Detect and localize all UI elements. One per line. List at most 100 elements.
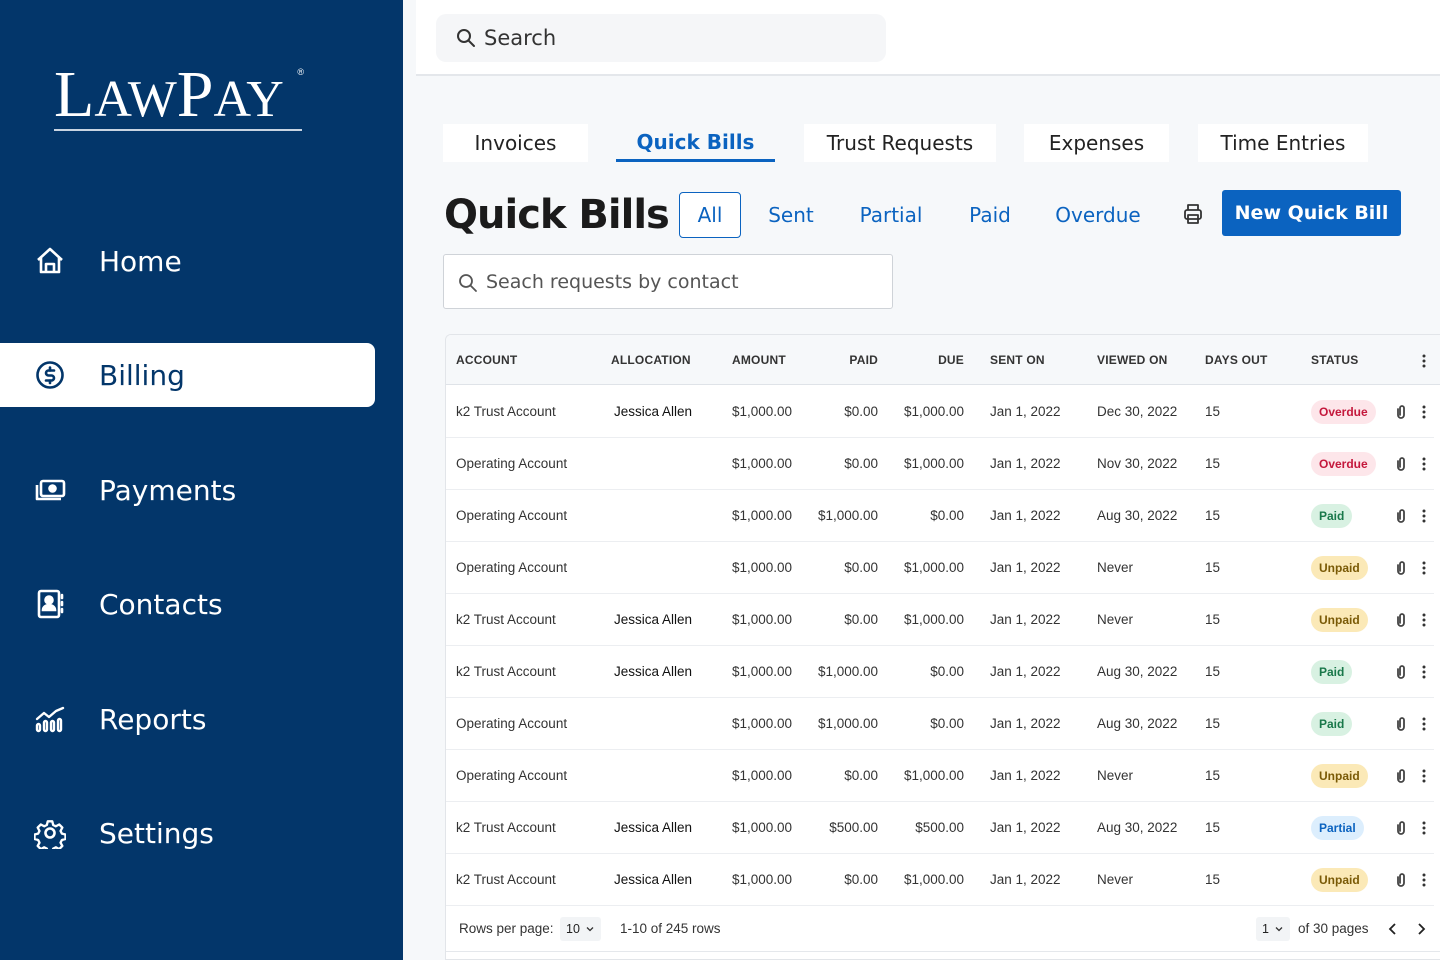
cell-sent-on: Jan 1, 2022	[990, 508, 1061, 523]
search-input[interactable]	[484, 14, 864, 62]
column-header-due[interactable]: DUE	[914, 353, 964, 367]
column-header-paid[interactable]: PAID	[828, 353, 878, 367]
filter-sent[interactable]: Sent	[758, 192, 824, 238]
attachment-icon[interactable]	[1394, 611, 1408, 629]
table-row[interactable]: Operating Account $1,000.00 $1,000.00 $0.00…	[446, 698, 1434, 750]
cell-days-out: 15	[1205, 768, 1221, 783]
filter-all[interactable]: All	[679, 192, 741, 238]
previous-page-button[interactable]	[1384, 918, 1402, 940]
filter-partial[interactable]: Partial	[848, 192, 934, 238]
cell-account: Operating Account	[456, 560, 568, 575]
quick-bills-table: ACCOUNT ALLOCATION AMOUNT PAID DUE SENT …	[445, 334, 1440, 960]
sidebar-item-billing[interactable]: Billing	[0, 343, 375, 407]
filter-paid[interactable]: Paid	[958, 192, 1022, 238]
column-header-amount[interactable]: AMOUNT	[732, 353, 786, 367]
filter-overdue[interactable]: Overdue	[1046, 192, 1150, 238]
sidebar-item-label: Reports	[99, 702, 207, 736]
attachment-icon[interactable]	[1394, 871, 1408, 889]
global-search[interactable]	[436, 14, 886, 62]
row-actions-icon[interactable]	[1418, 714, 1430, 734]
table-row[interactable]: Operating Account $1,000.00 $0.00 $1,000.00…	[446, 438, 1434, 490]
row-actions-icon[interactable]	[1418, 818, 1430, 838]
table-row[interactable]: Operating Account $1,000.00 $0.00 $1,000.00…	[446, 750, 1434, 802]
cell-days-out: 15	[1205, 560, 1221, 575]
cell-viewed-on: Never	[1097, 612, 1134, 627]
table-row[interactable]: Operating Account $1,000.00 $1,000.00 $0.00…	[446, 490, 1434, 542]
column-header-account[interactable]: ACCOUNT	[456, 353, 517, 367]
column-options-icon[interactable]	[1418, 351, 1430, 371]
attachment-icon[interactable]	[1394, 403, 1408, 421]
row-actions-icon[interactable]	[1418, 454, 1430, 474]
sidebar-item-settings[interactable]: Settings	[0, 801, 375, 865]
chevron-left-icon	[1388, 923, 1396, 935]
column-header-viewed-on[interactable]: VIEWED ON	[1097, 353, 1167, 367]
cell-viewed-on: Never	[1097, 768, 1134, 783]
cell-viewed-on: Never	[1097, 560, 1134, 575]
sidebar-item-contacts[interactable]: Contacts	[0, 572, 375, 636]
sidebar-item-payments[interactable]: Payments	[0, 458, 375, 522]
cell-allocation: Jessica Allen	[614, 872, 693, 887]
table-row[interactable]: k2 Trust Account Jessica Allen $1,000.00 $5…	[446, 802, 1434, 854]
table-row[interactable]: k2 Trust Account Jessica Allen $1,000.00 $1…	[446, 646, 1434, 698]
row-actions-icon[interactable]	[1418, 662, 1430, 682]
attachment-icon[interactable]	[1394, 559, 1408, 577]
attachment-icon[interactable]	[1394, 819, 1408, 837]
row-actions-icon[interactable]	[1418, 870, 1430, 890]
cell-amount: $1,000.00	[732, 508, 793, 523]
attachment-icon[interactable]	[1394, 715, 1408, 733]
cell-account: k2 Trust Account	[456, 664, 556, 679]
row-actions-icon[interactable]	[1418, 766, 1430, 786]
attachment-icon[interactable]	[1394, 507, 1408, 525]
cell-amount: $1,000.00	[732, 820, 793, 835]
new-quick-bill-button[interactable]: New Quick Bill	[1222, 190, 1401, 236]
column-header-days-out[interactable]: DAYS OUT	[1205, 353, 1268, 367]
attachment-icon[interactable]	[1394, 663, 1408, 681]
cell-viewed-on: Never	[1097, 872, 1134, 887]
row-actions-icon[interactable]	[1418, 558, 1430, 578]
column-header-allocation[interactable]: ALLOCATION	[611, 353, 691, 367]
table-row[interactable]: k2 Trust Account Jessica Allen $1,000.00 $0…	[446, 594, 1434, 646]
row-actions-icon[interactable]	[1418, 506, 1430, 526]
sidebar-item-home[interactable]: Home	[0, 229, 375, 293]
table-row[interactable]: k2 Trust Account Jessica Allen $1,000.00 $0…	[446, 854, 1434, 906]
contact-search-input[interactable]	[486, 255, 886, 308]
row-actions-icon[interactable]	[1418, 610, 1430, 630]
column-header-status[interactable]: STATUS	[1311, 353, 1358, 367]
cell-due: $1,000.00	[903, 768, 964, 783]
cell-amount: $1,000.00	[732, 872, 793, 887]
lawpay-logo[interactable]: LAWPAY ®	[54, 62, 304, 131]
tab-time-entries[interactable]: Time Entries	[1198, 124, 1368, 162]
cash-icon	[33, 473, 67, 507]
cell-account: Operating Account	[456, 768, 568, 783]
status-badge: Paid	[1311, 660, 1353, 684]
cell-amount: $1,000.00	[732, 456, 793, 471]
cell-sent-on: Jan 1, 2022	[990, 612, 1061, 627]
print-icon[interactable]	[1181, 202, 1205, 226]
cell-paid: $0.00	[844, 404, 878, 419]
home-icon	[33, 244, 67, 278]
attachment-icon[interactable]	[1394, 767, 1408, 785]
gear-icon	[33, 816, 67, 850]
rows-per-page-select[interactable]: 10	[560, 917, 601, 941]
sidebar-item-label: Contacts	[99, 587, 223, 621]
attachment-icon[interactable]	[1394, 455, 1408, 473]
tab-expenses[interactable]: Expenses	[1024, 124, 1169, 162]
table-row[interactable]: k2 Trust Account Jessica Allen $1,000.00 $0…	[446, 386, 1434, 438]
cell-account: Operating Account	[456, 716, 568, 731]
cell-paid: $0.00	[844, 560, 878, 575]
page-select[interactable]: 1	[1256, 917, 1290, 941]
cell-account: k2 Trust Account	[456, 820, 556, 835]
sidebar-item-reports[interactable]: Reports	[0, 687, 375, 751]
next-page-button[interactable]	[1412, 918, 1430, 940]
tab-trust-requests[interactable]: Trust Requests	[804, 124, 996, 162]
table-row[interactable]: Operating Account $1,000.00 $0.00 $1,000.00…	[446, 542, 1434, 594]
sidebar-item-label: Settings	[99, 816, 214, 850]
cell-viewed-on: Aug 30, 2022	[1097, 664, 1178, 679]
tab-quick-bills[interactable]: Quick Bills	[616, 124, 775, 162]
column-header-sent-on[interactable]: SENT ON	[990, 353, 1045, 367]
pagination-bar: Rows per page: 10 1-10 of 245 rows 1 of …	[446, 906, 1440, 952]
contact-search[interactable]	[443, 254, 893, 309]
row-actions-icon[interactable]	[1418, 402, 1430, 422]
tab-invoices[interactable]: Invoices	[443, 124, 588, 162]
cell-due: $1,000.00	[903, 560, 964, 575]
